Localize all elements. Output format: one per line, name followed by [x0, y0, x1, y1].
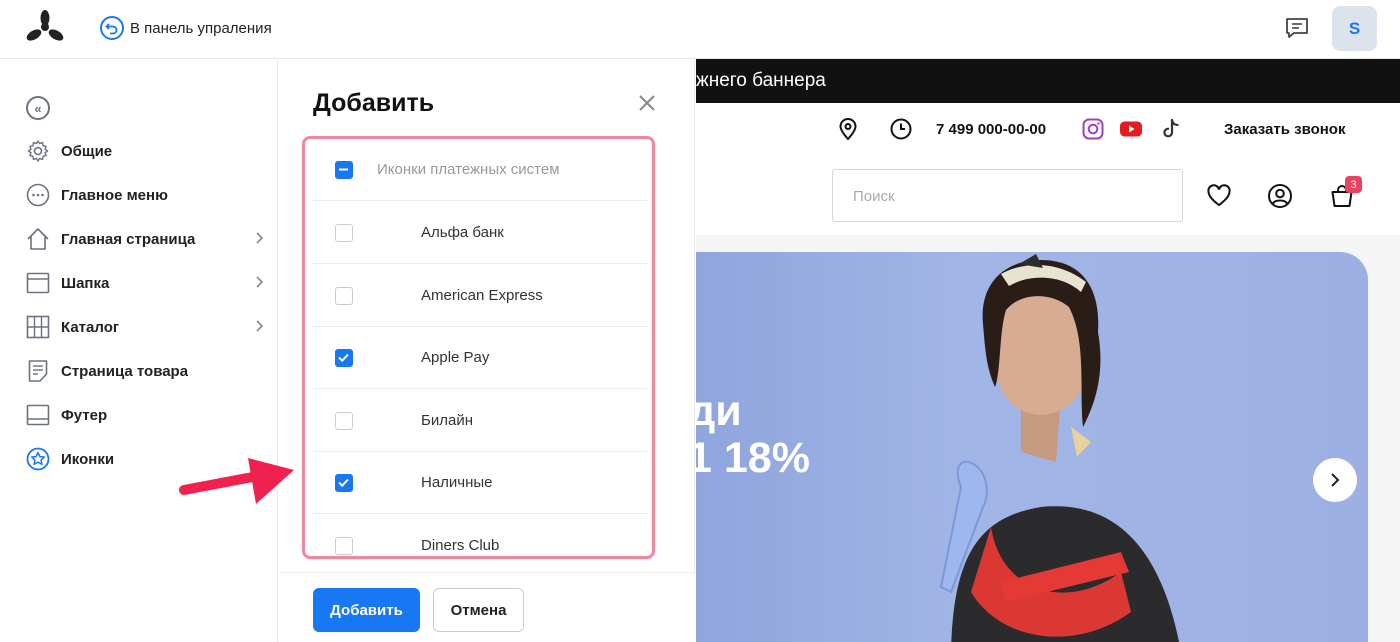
instagram-icon[interactable] — [1081, 117, 1105, 141]
collapse-sidebar-icon[interactable]: « — [26, 96, 50, 120]
add-icons-panel: Добавить Иконки платежных систем Альфа б… — [279, 59, 695, 642]
checkbox[interactable] — [335, 224, 353, 242]
store-preview: жнего баннера 7 499 000-00-00 Заказать з… — [696, 59, 1400, 642]
indeterminate-checkbox[interactable] — [335, 161, 353, 179]
list-item[interactable]: Альфа банк — [313, 202, 647, 264]
banner-headline: ди 1 18% — [696, 387, 810, 483]
chevron-right-icon — [256, 276, 264, 288]
list-item[interactable]: American Express — [313, 265, 647, 327]
chevron-right-icon — [256, 320, 264, 332]
grid-icon — [26, 315, 50, 339]
checkbox-checked[interactable] — [335, 349, 353, 367]
top-bar: В панель упраления S — [0, 0, 1400, 59]
search-input[interactable]: Поиск — [832, 169, 1183, 222]
dots-circle-icon — [26, 183, 50, 207]
footer-layout-icon — [26, 403, 50, 427]
group-row[interactable]: Иконки платежных систем — [313, 139, 647, 201]
settings-sidebar: « Общие Главное меню Главная страница Ша… — [0, 59, 278, 642]
sidebar-item-label: Главное меню — [61, 186, 168, 204]
promo-bar: жнего баннера — [696, 59, 1400, 103]
banner-line: 1 18% — [696, 434, 810, 483]
sidebar-item-header[interactable]: Шапка — [26, 269, 266, 297]
sidebar-item-label: Страница товара — [61, 362, 189, 380]
sidebar-item-catalog[interactable]: Каталог — [26, 313, 266, 341]
list-item[interactable]: Apple Pay — [313, 327, 647, 389]
sidebar-item-label: Футер — [61, 406, 108, 424]
page-icon — [26, 359, 50, 383]
logo-icon[interactable] — [24, 10, 66, 46]
gear-icon — [26, 139, 50, 163]
item-label: Apple Pay — [421, 349, 490, 366]
youtube-icon[interactable] — [1119, 117, 1143, 141]
banner-model-illustration — [939, 254, 1179, 642]
sidebar-item-general[interactable]: Общие — [26, 137, 266, 165]
list-item[interactable]: Билайн — [313, 390, 647, 452]
undo-arrow-icon — [100, 16, 124, 40]
checkbox[interactable] — [335, 537, 353, 555]
sidebar-item-label: Общие — [61, 142, 113, 160]
checkbox[interactable] — [335, 412, 353, 430]
item-label: Билайн — [421, 412, 473, 429]
item-label: Альфа банк — [421, 224, 504, 241]
back-link-label: В панель упраления — [130, 19, 272, 37]
clock-icon[interactable] — [889, 117, 913, 141]
user-avatar[interactable]: S — [1332, 6, 1377, 51]
sidebar-item-home-page[interactable]: Главная страница — [26, 225, 266, 253]
user-profile-icon[interactable] — [1267, 183, 1293, 209]
heart-icon[interactable] — [1206, 183, 1232, 209]
sidebar-item-label: Шапка — [61, 274, 110, 292]
panel-title: Добавить — [313, 89, 435, 117]
location-pin-icon[interactable] — [836, 117, 860, 141]
next-slide-button[interactable] — [1313, 458, 1357, 502]
list-item[interactable]: Наличные — [313, 452, 647, 514]
item-label: Наличные — [421, 474, 493, 491]
header-layout-icon — [26, 271, 50, 295]
group-label: Иконки платежных систем — [377, 161, 560, 178]
promo-text: жнего баннера — [696, 70, 826, 91]
cancel-button[interactable]: Отмена — [433, 588, 524, 632]
tiktok-icon[interactable] — [1159, 117, 1183, 141]
home-icon — [26, 227, 50, 251]
chevron-right-icon — [256, 232, 264, 244]
close-icon[interactable] — [637, 93, 657, 113]
sidebar-item-product-page[interactable]: Страница товара — [26, 357, 266, 385]
sidebar-item-main-menu[interactable]: Главное меню — [26, 181, 266, 209]
checkbox[interactable] — [335, 287, 353, 305]
list-item[interactable]: Diners Club — [313, 515, 647, 556]
phone-number[interactable]: 7 499 000-00-00 — [936, 121, 1046, 138]
annotation-arrow-icon — [179, 458, 294, 504]
chevron-right-icon — [1331, 473, 1340, 487]
panel-footer: Добавить Отмена — [279, 572, 695, 642]
chat-icon[interactable] — [1284, 16, 1310, 40]
sidebar-item-label: Каталог — [61, 318, 120, 336]
back-to-dashboard-link[interactable]: В панель упраления — [100, 16, 272, 40]
site-header: 7 499 000-00-00 Заказать звонок Поиск 3 — [696, 103, 1400, 235]
item-label: Diners Club — [421, 537, 500, 554]
payment-icons-list: Иконки платежных систем Альфа банк Ameri… — [302, 136, 655, 559]
star-circle-icon — [26, 447, 50, 471]
item-label: American Express — [421, 287, 543, 304]
cart-count-badge: 3 — [1345, 176, 1362, 193]
add-button[interactable]: Добавить — [313, 588, 420, 632]
sidebar-item-footer[interactable]: Футер — [26, 401, 266, 429]
sidebar-item-label: Главная страница — [61, 230, 196, 248]
hero-banner[interactable]: ди 1 18% — [696, 252, 1368, 642]
request-call-link[interactable]: Заказать звонок — [1224, 121, 1345, 138]
checkbox-checked[interactable] — [335, 474, 353, 492]
sidebar-item-label: Иконки — [61, 450, 115, 468]
banner-line: ди — [696, 387, 742, 435]
